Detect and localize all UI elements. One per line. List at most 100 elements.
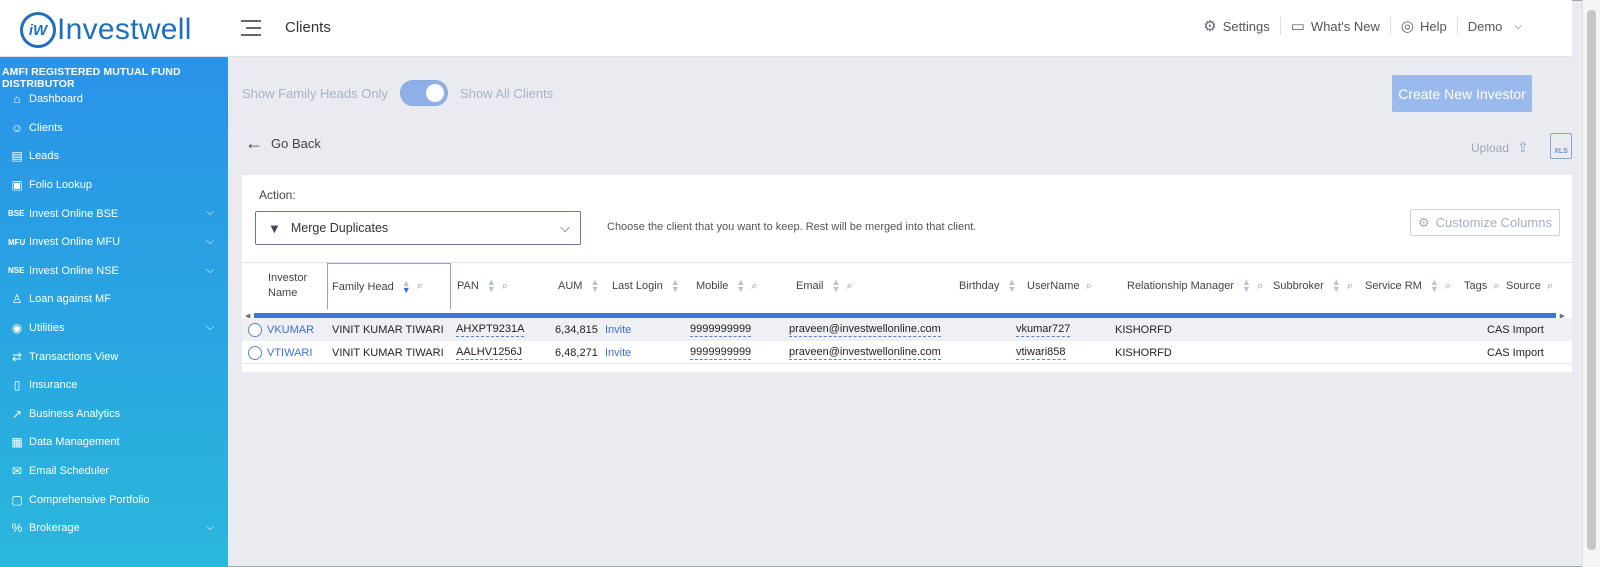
- sort-icon[interactable]: ▲ ▼: [1430, 278, 1439, 294]
- email-icon: ✉: [11, 464, 23, 479]
- sort-icon[interactable]: ▲ ▼: [832, 278, 841, 294]
- sort-icon[interactable]: ▲ ▼: [736, 278, 745, 294]
- family-heads-toggle[interactable]: [399, 80, 448, 106]
- col-aum[interactable]: AUM ▲ ▼: [558, 263, 599, 309]
- mfu-prefix: MFU: [8, 237, 26, 247]
- search-icon[interactable]: ⌕: [1445, 280, 1451, 293]
- sidebar-item-label: Dashboard: [29, 93, 83, 106]
- user-menu[interactable]: Demo ⌵: [1458, 17, 1532, 35]
- search-icon[interactable]: ⌕: [1547, 280, 1553, 293]
- sort-icon[interactable]: ▲ ▼: [1242, 278, 1251, 294]
- sidebar-item-data-management[interactable]: ▦ Data Management: [0, 428, 228, 457]
- search-icon[interactable]: ⌕: [1086, 280, 1092, 293]
- search-icon[interactable]: ⌕: [1257, 280, 1263, 293]
- col-last-login[interactable]: Last Login ▲ ▼: [612, 263, 680, 309]
- sort-icon[interactable]: ▲ ▼: [1332, 278, 1341, 294]
- search-icon[interactable]: ⌕: [502, 280, 508, 293]
- col-investor-name[interactable]: Investor Name: [268, 263, 328, 309]
- radio-button[interactable]: [248, 322, 262, 337]
- action-select[interactable]: ▼ Merge Duplicates ⌵: [255, 211, 581, 245]
- search-icon[interactable]: ⌕: [417, 280, 423, 293]
- pan-cell[interactable]: AALHV1256J: [456, 346, 523, 360]
- menu-toggle-icon[interactable]: [241, 20, 261, 38]
- scrollbar-thumb[interactable]: [1587, 10, 1596, 550]
- col-source[interactable]: Source ⌕: [1506, 263, 1553, 309]
- col-birthday[interactable]: Birthday ▲ ▼: [959, 263, 1016, 309]
- page-scrollbar[interactable]: [1582, 0, 1600, 567]
- col-relationship-manager[interactable]: Relationship Manager ▲ ▼ ⌕: [1127, 263, 1263, 309]
- sidebar-item-utilities[interactable]: ◉ Utilities ⌵: [0, 314, 228, 343]
- sidebar-item-loan[interactable]: ♙ Loan against MF: [0, 285, 228, 314]
- whats-new-label: What's New: [1310, 18, 1380, 34]
- col-label: Relationship Manager: [1127, 280, 1235, 292]
- table-row[interactable]: VKUMAR VINIT KUMAR TIWARI AHXPT9231A 6,3…: [242, 318, 1572, 341]
- logo-text: Investwell: [57, 13, 192, 46]
- sort-icon[interactable]: ▲ ▼: [1007, 278, 1016, 294]
- col-email[interactable]: Email ▲ ▼ ⌕: [796, 263, 853, 309]
- col-subbroker[interactable]: Subbroker ▲ ▼ ⌕: [1273, 263, 1353, 309]
- pan-cell[interactable]: AHXPT9231A: [456, 323, 525, 337]
- col-service-rm[interactable]: Service RM ▲ ▼ ⌕: [1365, 263, 1451, 309]
- username-cell[interactable]: vtiwari858: [1016, 346, 1066, 360]
- chevron-down-icon: ⌵: [206, 264, 214, 276]
- sidebar-item-dashboard[interactable]: ⌂ Dashboard: [0, 85, 228, 114]
- col-label: UserName: [1027, 280, 1080, 292]
- whats-new-link[interactable]: ▭ What's New: [1281, 17, 1391, 35]
- search-icon[interactable]: ⌕: [1493, 280, 1499, 293]
- sidebar-item-leads[interactable]: ▤ Leads: [0, 142, 228, 171]
- settings-link[interactable]: ⚙ Settings: [1193, 17, 1281, 35]
- sort-icon[interactable]: ▲ ▼: [487, 278, 496, 294]
- create-investor-button[interactable]: Create New Investor: [1392, 75, 1532, 112]
- row-radio[interactable]: [248, 341, 262, 364]
- investor-name-link[interactable]: VKUMAR: [267, 318, 314, 341]
- go-back-link[interactable]: ← Go Back: [245, 133, 321, 154]
- help-link[interactable]: ◎ Help: [1391, 17, 1458, 35]
- sort-icon[interactable]: ▲ ▼: [590, 278, 599, 294]
- sidebar-item-label: Data Management: [29, 436, 120, 449]
- portfolio-icon: ▢: [11, 492, 23, 507]
- email-cell[interactable]: praveen@investwellonline.com: [789, 346, 941, 360]
- customize-columns-button[interactable]: ⚙ Customize Columns: [1410, 209, 1560, 236]
- sidebar-item-label: Email Scheduler: [29, 465, 110, 478]
- sidebar-item-label: Invest Online NSE: [29, 264, 119, 277]
- email-cell[interactable]: praveen@investwellonline.com: [789, 323, 941, 337]
- sort-icon[interactable]: ▲ ▼: [402, 278, 411, 294]
- mobile-cell[interactable]: 9999999999: [690, 323, 752, 337]
- sidebar-item-brokerage[interactable]: % Brokerage ⌵: [0, 514, 228, 543]
- xls-download-icon[interactable]: XLS: [1550, 133, 1572, 159]
- sidebar-item-invest-nse[interactable]: NSE Invest Online NSE ⌵: [0, 257, 228, 286]
- radio-button[interactable]: [248, 345, 262, 360]
- col-family-head[interactable]: Family Head ▲ ▼ ⌕: [327, 263, 451, 309]
- sidebar-item-folio-lookup[interactable]: ▣ Folio Lookup: [0, 171, 228, 200]
- upload-button[interactable]: Upload ⇪: [1471, 139, 1529, 156]
- sidebar-item-insurance[interactable]: ▯ Insurance: [0, 371, 228, 400]
- sidebar-item-portfolio[interactable]: ▢ Comprehensive Portfolio: [0, 485, 228, 514]
- sidebar-item-invest-mfu[interactable]: MFU Invest Online MFU ⌵: [0, 228, 228, 257]
- col-pan[interactable]: PAN ▲ ▼ ⌕: [457, 263, 508, 309]
- username-cell[interactable]: vkumar727: [1016, 323, 1071, 337]
- search-icon[interactable]: ⌕: [1347, 280, 1353, 293]
- col-tags[interactable]: Tags ⌕: [1464, 263, 1499, 309]
- logo[interactable]: iW Investwell: [20, 11, 192, 49]
- invite-link[interactable]: Invite: [605, 318, 631, 341]
- search-icon[interactable]: ⌕: [751, 280, 757, 293]
- table-row[interactable]: VTIWARI VINIT KUMAR TIWARI AALHV1256J 6,…: [242, 341, 1572, 364]
- col-mobile[interactable]: Mobile ▲ ▼ ⌕: [696, 263, 758, 309]
- mobile-cell[interactable]: 9999999999: [690, 346, 752, 360]
- home-icon: ⌂: [13, 92, 21, 107]
- sidebar-item-transactions[interactable]: ⇄ Transactions View: [0, 342, 228, 371]
- sidebar-item-analytics[interactable]: ↗ Business Analytics: [0, 400, 228, 429]
- investor-name-link[interactable]: VTIWARI: [267, 341, 312, 364]
- sidebar-item-invest-bse[interactable]: BSE Invest Online BSE ⌵: [0, 199, 228, 228]
- col-username[interactable]: UserName ⌕: [1027, 263, 1092, 309]
- row-radio[interactable]: [248, 318, 262, 341]
- invite-link[interactable]: Invite: [605, 341, 631, 364]
- search-icon[interactable]: ⌕: [846, 280, 852, 293]
- sidebar-item-clients[interactable]: ☺ Clients: [0, 114, 228, 143]
- toggle-left-label: Show Family Heads Only: [242, 85, 388, 101]
- transactions-icon: ⇄: [11, 349, 23, 364]
- help-label: Help: [1419, 18, 1447, 34]
- sort-icon[interactable]: ▲ ▼: [671, 278, 680, 294]
- sidebar: AMFI REGISTERED MUTUAL FUND DISTRIBUTOR …: [0, 57, 228, 567]
- sidebar-item-email-scheduler[interactable]: ✉ Email Scheduler: [0, 457, 228, 486]
